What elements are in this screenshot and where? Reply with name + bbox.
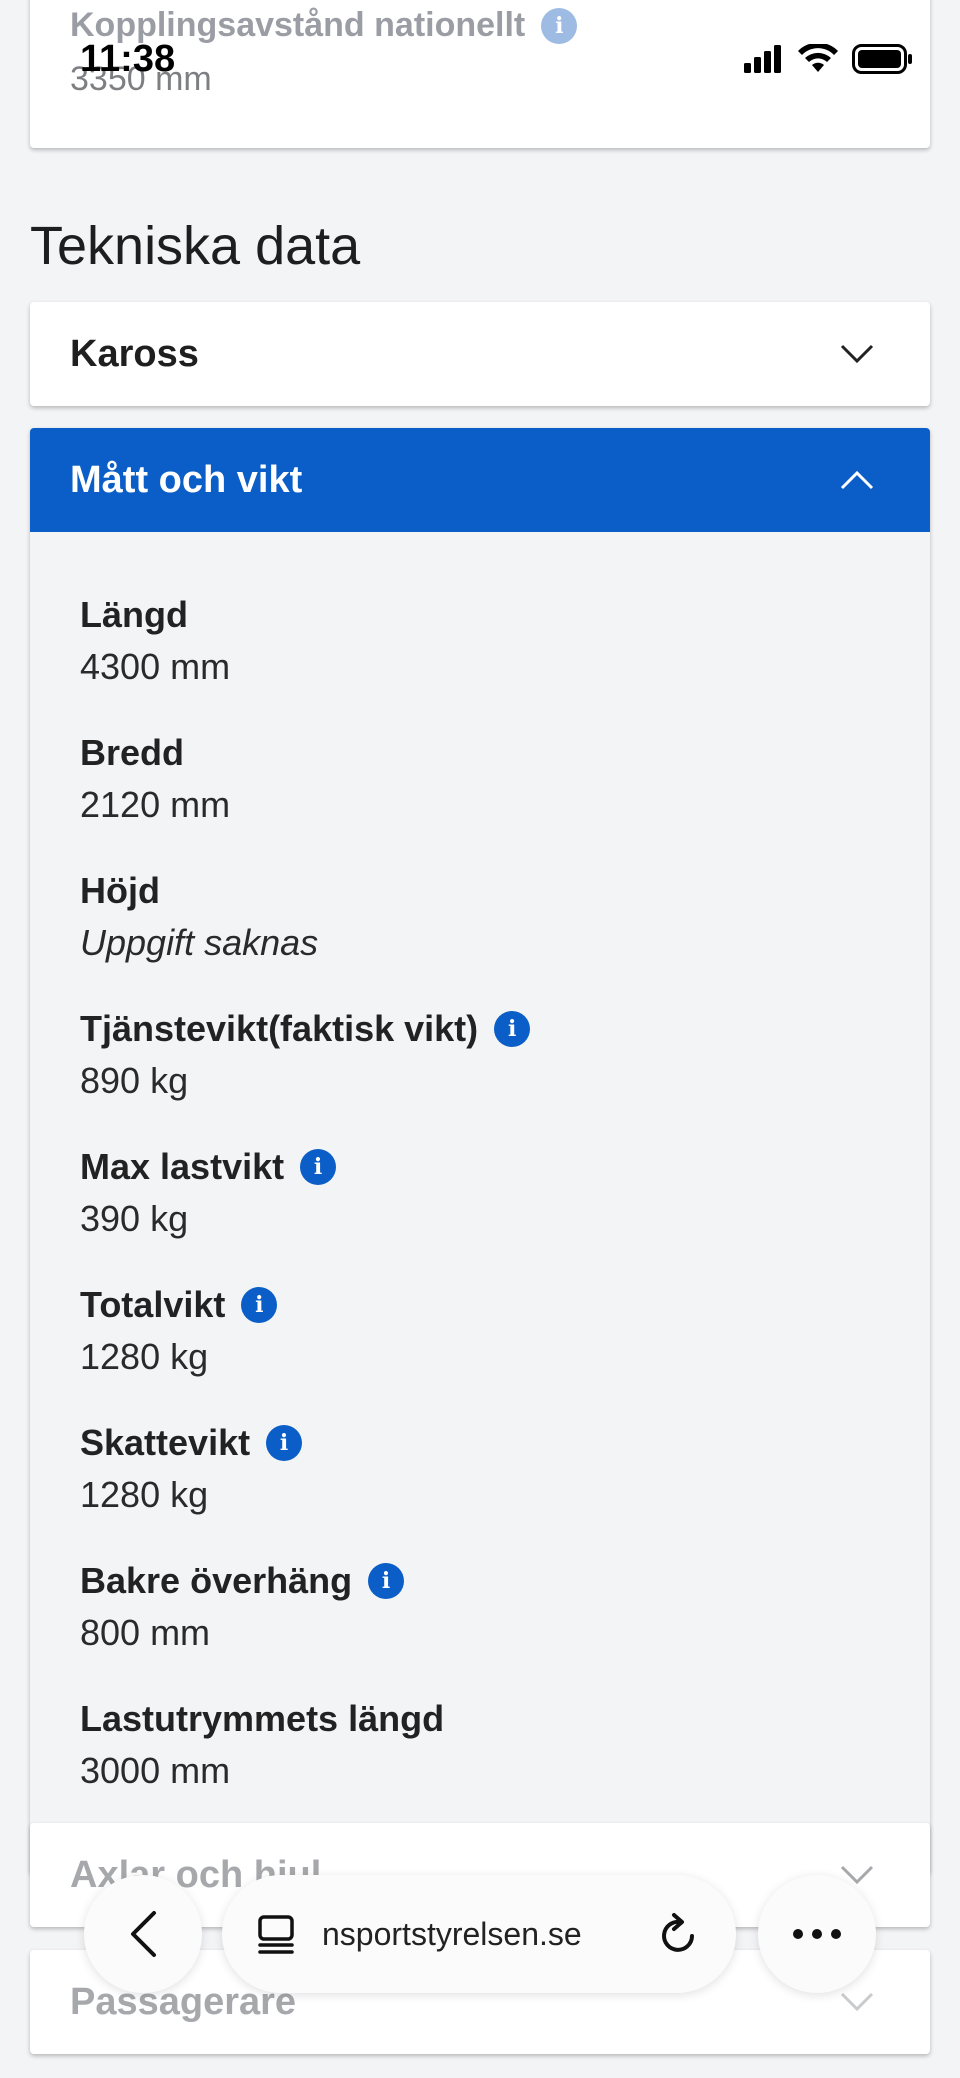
chevron-up-icon [840,470,874,490]
field-label: Totalvikt [80,1284,226,1325]
field-label: Bredd [80,732,185,773]
info-icon[interactable]: i [266,1425,303,1461]
reload-icon[interactable] [658,1912,700,1956]
accordion-matt-och-vikt: Mått och vikt Längd 4300 mm Bredd 2120 m… [30,428,930,1874]
field-label-row: Skattevikt i [80,1420,880,1466]
coupling-distance-label-row: Kopplingsavstånd nationellt i [70,6,578,45]
field-value: 1280 kg [80,1474,209,1515]
field-label: Höjd [80,870,160,911]
field-skattevikt: Skattevikt i 1280 kg [80,1420,880,1520]
info-icon[interactable]: i [241,1287,278,1323]
field-value: Uppgift saknas [80,922,319,963]
address-text[interactable]: nsportstyrelsen.se [322,1916,658,1953]
accordion-kaross-header[interactable]: Kaross [30,302,930,406]
field-label: Skattevikt [80,1422,251,1463]
info-icon[interactable]: i [541,7,578,44]
coupling-distance-card: Kopplingsavstånd nationellt i 3350 mm [30,0,930,148]
field-lastutrymmets-langd: Lastutrymmets längd 3000 mm [80,1696,880,1796]
accordion-matt-och-vikt-header[interactable]: Mått och vikt [30,428,930,532]
field-label: Bakre överhäng [80,1560,353,1601]
field-label: Längd [80,594,188,635]
field-value: 890 kg [80,1060,189,1101]
ellipsis-icon [793,1929,841,1939]
field-hojd: Höjd Uppgift saknas [80,868,880,968]
field-label-row: Max lastvikt i [80,1144,880,1190]
field-label: Lastutrymmets längd [80,1698,445,1739]
field-tjanstevikt: Tjänstevikt(faktisk vikt) i 890 kg [80,1006,880,1106]
address-bar[interactable]: nsportstyrelsen.se [222,1875,736,1993]
field-value: 1280 kg [80,1336,209,1377]
field-langd: Längd 4300 mm [80,592,880,692]
field-label-row: Bakre överhäng i [80,1558,880,1604]
field-totalvikt: Totalvikt i 1280 kg [80,1282,880,1382]
accordion-kaross-title: Kaross [70,332,199,375]
field-value: 390 kg [80,1198,189,1239]
field-max-lastvikt: Max lastvikt i 390 kg [80,1144,880,1244]
field-value: 4300 mm [80,646,231,687]
chevron-left-icon [131,1911,156,1957]
coupling-distance-label: Kopplingsavstånd nationellt [70,6,526,44]
field-label: Tjänstevikt(faktisk vikt) [80,1008,479,1049]
more-options-button[interactable] [758,1875,876,1993]
info-icon[interactable]: i [494,1011,531,1047]
field-bredd: Bredd 2120 mm [80,730,880,830]
chevron-down-icon [840,344,874,364]
accordion-matt-och-vikt-body: Längd 4300 mm Bredd 2120 mm Höjd Uppgift… [30,532,930,1874]
tabs-icon[interactable] [256,1914,296,1954]
field-label: Max lastvikt [80,1146,285,1187]
field-value: 3000 mm [80,1750,231,1791]
field-value: 2120 mm [80,784,231,825]
back-button[interactable] [84,1875,202,1993]
field-label-row: Tjänstevikt(faktisk vikt) i [80,1006,880,1052]
field-label-row: Totalvikt i [80,1282,880,1328]
field-value: 800 mm [80,1612,211,1653]
info-icon[interactable]: i [368,1563,405,1599]
info-icon[interactable]: i [300,1149,337,1185]
accordion-kaross[interactable]: Kaross [30,302,930,406]
browser-toolbar: nsportstyrelsen.se [0,1870,960,2000]
accordion-matt-och-vikt-title: Mått och vikt [70,458,303,501]
section-title: Tekniska data [30,216,361,276]
field-bakre-overhang: Bakre överhäng i 800 mm [80,1558,880,1658]
coupling-distance-value: 3350 mm [70,60,212,98]
